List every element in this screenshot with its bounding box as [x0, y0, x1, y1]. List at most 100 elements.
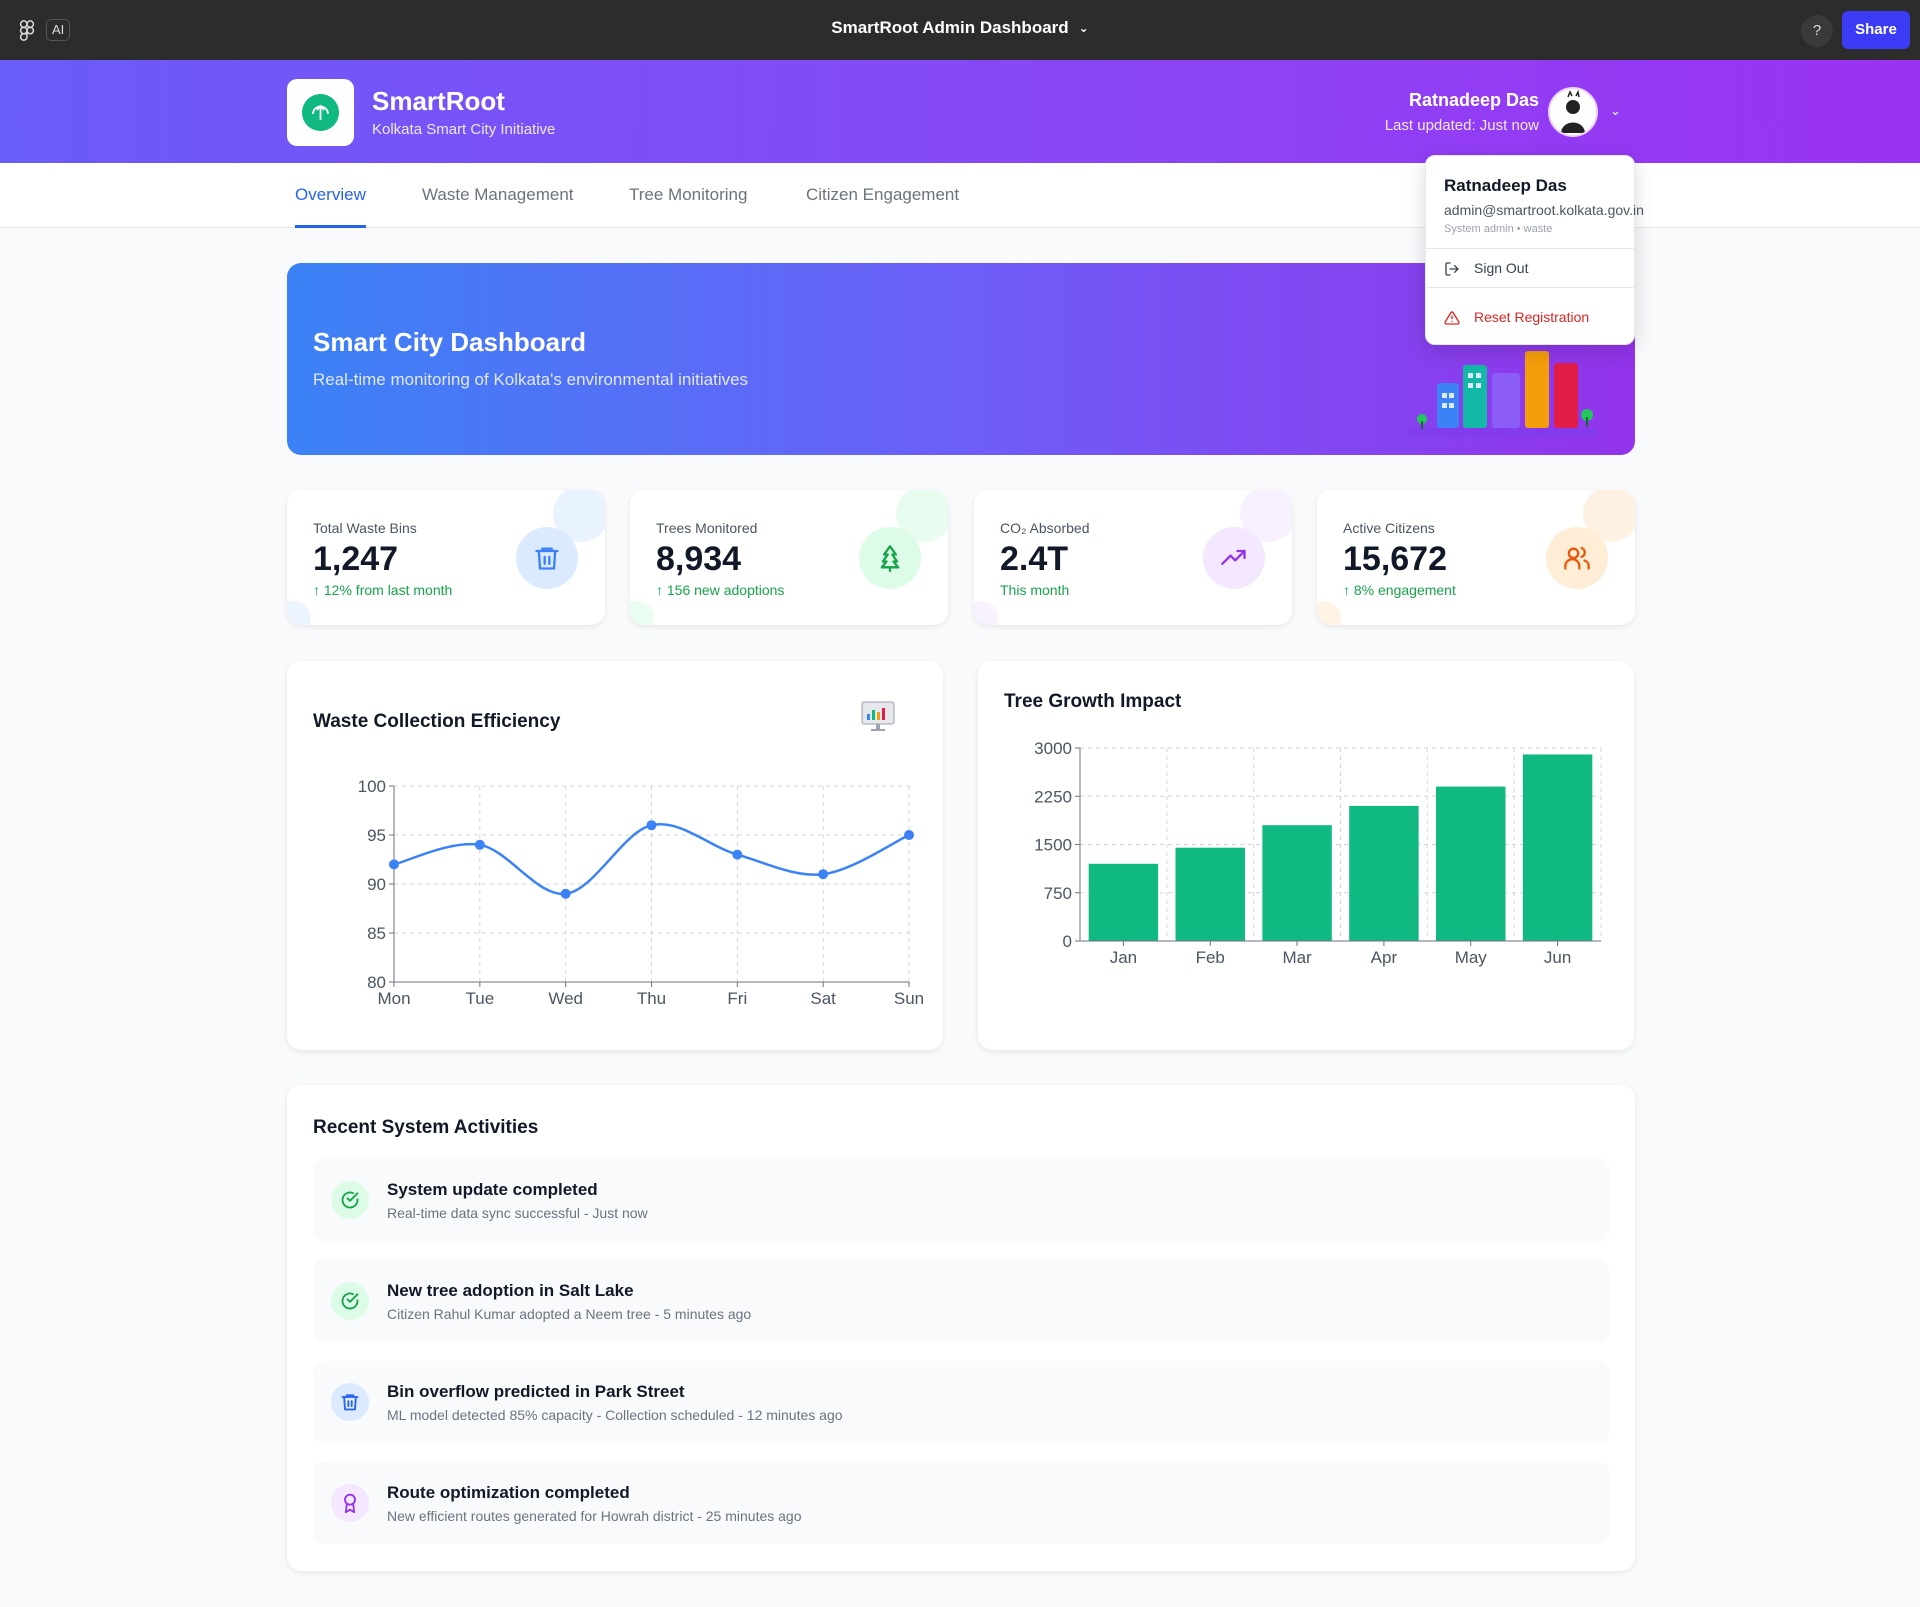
app-bar: AI SmartRoot Admin Dashboard ⌄ ? Share — [0, 0, 1920, 60]
trash-icon — [331, 1383, 369, 1421]
file-title[interactable]: SmartRoot Admin Dashboard ⌄ — [0, 18, 1920, 38]
stat-value: 2.4T — [1000, 540, 1069, 578]
check-circle-icon — [331, 1282, 369, 1320]
activity-description: New efficient routes generated for Howra… — [387, 1508, 802, 1524]
decor-blob — [974, 601, 998, 625]
x-tick-label: Mon — [377, 989, 410, 1008]
x-tick-label: Apr — [1371, 948, 1398, 967]
logo[interactable] — [287, 79, 354, 146]
activity-description: Citizen Rahul Kumar adopted a Neem tree … — [387, 1306, 752, 1322]
stat-value: 8,934 — [656, 540, 742, 578]
x-tick-label: Wed — [548, 989, 583, 1008]
y-tick-label: 100 — [358, 777, 386, 796]
award-icon — [331, 1484, 369, 1522]
stat-card-co2[interactable]: CO₂ Absorbed 2.4T This month — [974, 490, 1292, 625]
activity-title: New tree adoption in Salt Lake — [387, 1281, 634, 1300]
hero-subtitle: Real-time monitoring of Kolkata's enviro… — [313, 370, 749, 389]
last-updated: Last updated: Just now — [1384, 117, 1539, 134]
divider — [1426, 287, 1634, 288]
share-button[interactable]: Share — [1842, 11, 1910, 49]
y-tick-label: 2250 — [1034, 787, 1072, 806]
stat-label: Trees Monitored — [656, 520, 758, 536]
y-tick-label: 0 — [1063, 932, 1072, 951]
dropdown-user-email: admin@smartroot.kolkata.gov.in — [1444, 202, 1644, 218]
decor-blob — [630, 601, 654, 625]
stat-label: Total Waste Bins — [313, 520, 417, 536]
x-tick-label: Mar — [1282, 948, 1312, 967]
tab-waste-management[interactable]: Waste Management — [422, 163, 574, 228]
data-point — [732, 849, 743, 860]
y-tick-label: 1500 — [1034, 836, 1072, 855]
stat-delta: ↑ 8% engagement — [1343, 582, 1456, 598]
activity-description: Real-time data sync successful - Just no… — [387, 1205, 648, 1221]
x-tick-label: Fri — [727, 989, 747, 1008]
brand-subtitle: Kolkata Smart City Initiative — [372, 121, 556, 138]
x-tick-label: Tue — [465, 989, 494, 1008]
activity-title: System update completed — [387, 1180, 598, 1199]
activity-item[interactable]: System update completed Real-time data s… — [313, 1159, 1609, 1241]
data-point — [389, 859, 399, 870]
y-tick-label: 90 — [367, 875, 386, 894]
trash-icon — [516, 527, 578, 589]
data-point — [646, 820, 657, 831]
brand-name: SmartRoot — [372, 86, 505, 116]
stat-card-trees[interactable]: Trees Monitored 8,934 ↑ 156 new adoption… — [630, 490, 948, 625]
bar — [1262, 825, 1332, 941]
stat-delta: ↑ 12% from last month — [313, 582, 453, 598]
check-circle-icon — [331, 1181, 369, 1219]
x-tick-label: Jan — [1110, 948, 1137, 967]
activities-title: Recent System Activities — [313, 1117, 539, 1138]
recent-activities-card: Recent System Activities System update c… — [287, 1085, 1635, 1571]
stat-delta: ↑ 156 new adoptions — [656, 582, 785, 598]
tab-overview[interactable]: Overview — [295, 163, 366, 228]
x-tick-label: Sun — [894, 989, 924, 1008]
stat-card-citizens[interactable]: Active Citizens 15,672 ↑ 8% engagement — [1317, 490, 1635, 625]
y-tick-label: 750 — [1044, 884, 1072, 903]
data-point — [560, 888, 571, 899]
activity-item[interactable]: Bin overflow predicted in Park Street ML… — [313, 1361, 1609, 1443]
bar-chart: 0 750 1500 2250 3000 Jan Feb Mar Apr May Jun — [1034, 739, 1602, 967]
y-tick-label: 3000 — [1034, 739, 1072, 758]
tree-growth-card: Tree Growth Impact 0 750 1500 2250 3000 Jan Fe… — [978, 661, 1634, 1050]
bar — [1522, 754, 1593, 941]
logo-mark — [302, 94, 339, 131]
activity-title: Bin overflow predicted in Park Street — [387, 1382, 685, 1401]
users-icon — [1546, 527, 1608, 589]
sign-out-button[interactable]: Sign Out — [1444, 260, 1528, 276]
trending-up-icon — [1203, 527, 1265, 589]
help-button[interactable]: ? — [1801, 15, 1833, 47]
stat-label: Active Citizens — [1343, 520, 1435, 536]
chevron-down-icon[interactable]: ⌄ — [1610, 103, 1621, 119]
line-chart: 80859095100Mon Tue Wed Thu Fri Sat Sun — [358, 777, 925, 1008]
y-tick-label: 85 — [367, 924, 386, 943]
bar — [1436, 786, 1506, 941]
stat-delta: This month — [1000, 582, 1070, 598]
avatar[interactable] — [1548, 87, 1598, 137]
x-tick-label: Feb — [1196, 948, 1225, 967]
y-tick-label: 95 — [367, 826, 386, 845]
city-skyline-icon — [1407, 351, 1597, 438]
sign-out-label: Sign Out — [1474, 260, 1529, 276]
tab-citizen-engagement[interactable]: Citizen Engagement — [806, 163, 959, 228]
log-out-icon — [1445, 262, 1459, 276]
tab-tree-monitoring[interactable]: Tree Monitoring — [629, 163, 747, 228]
reset-registration-button[interactable]: Reset Registration — [1444, 309, 1589, 325]
decor-blob — [1317, 601, 1341, 625]
data-point — [904, 830, 914, 840]
bar — [1175, 847, 1245, 941]
chevron-down-icon: ⌄ — [1078, 21, 1089, 35]
decor-blob — [287, 601, 311, 625]
activity-item[interactable]: Route optimization completed New efficie… — [313, 1462, 1609, 1544]
sprout-icon — [312, 104, 329, 120]
data-point — [818, 869, 829, 880]
waste-efficiency-card: Waste Collection Efficiency 80 85 90 95 100 M… — [287, 661, 943, 1050]
reset-registration-label: Reset Registration — [1474, 309, 1590, 325]
divider — [1426, 248, 1634, 249]
user-name[interactable]: Ratnadeep Das — [1409, 90, 1539, 111]
hero-title: Smart City Dashboard — [313, 327, 587, 357]
x-tick-label: May — [1455, 948, 1488, 967]
activity-item[interactable]: New tree adoption in Salt Lake Citizen R… — [313, 1260, 1609, 1342]
bar — [1088, 863, 1159, 941]
stat-value: 1,247 — [313, 540, 399, 578]
stat-card-waste-bins[interactable]: Total Waste Bins 1,247 ↑ 12% from last m… — [287, 490, 605, 625]
